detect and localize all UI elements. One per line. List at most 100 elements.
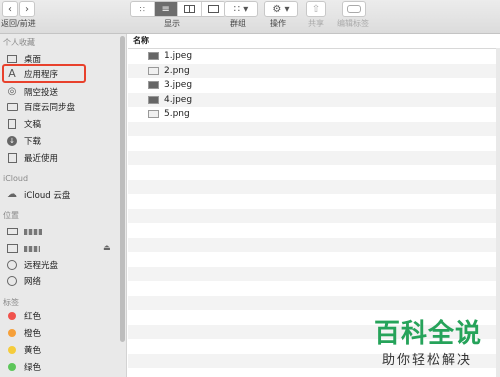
file-name: 4.jpeg xyxy=(164,94,193,105)
sidebar-item-tag-orange[interactable]: 橙色 xyxy=(6,325,41,340)
forward-button[interactable]: › xyxy=(19,1,35,17)
empty-row xyxy=(128,194,500,209)
image-thumbnail-icon xyxy=(148,81,159,90)
sidebar-item-icloud-drive[interactable]: ☁ iCloud 云盘 xyxy=(6,187,70,202)
empty-row xyxy=(128,121,500,136)
sidebar-item-network[interactable]: 网络 xyxy=(6,273,41,288)
view-mode-segmented[interactable]: ∷ ≡ xyxy=(130,1,226,17)
eject-icon[interactable]: ⏏ xyxy=(103,243,111,252)
action-label: 操作 xyxy=(270,19,286,28)
sidebar-item-remote-disc[interactable]: 远程光盘 xyxy=(6,257,58,272)
back-button[interactable]: ‹ xyxy=(2,1,18,17)
file-name: 5.png xyxy=(164,109,190,120)
file-row[interactable]: 3.jpeg xyxy=(128,78,500,93)
share-label: 共享 xyxy=(308,19,324,28)
sidebar-item-label: 远程光盘 xyxy=(24,260,59,271)
sidebar-scrollbar[interactable] xyxy=(120,36,125,342)
recents-icon xyxy=(6,152,18,164)
chevron-left-icon: ‹ xyxy=(8,3,12,15)
blurred-name xyxy=(24,245,40,252)
highlight-box xyxy=(2,64,86,83)
sidebar-item-label: 最近使用 xyxy=(24,153,59,164)
sidebar-item-label: 网络 xyxy=(24,276,42,287)
file-row[interactable]: 2.png xyxy=(128,63,500,78)
blurred-name xyxy=(24,228,42,235)
sidebar-item-label: 百度云同步盘 xyxy=(24,102,76,113)
empty-row xyxy=(128,252,500,267)
sidebar-item-laptop[interactable] xyxy=(6,224,42,239)
nav-label: 返回/前进 xyxy=(1,19,36,28)
tag-icon xyxy=(347,5,361,13)
file-row[interactable]: 4.jpeg xyxy=(128,92,500,107)
watermark-subtitle: 助你轻松解决 xyxy=(382,353,473,368)
empty-row xyxy=(128,237,500,252)
document-icon xyxy=(6,118,18,130)
desktop-icon xyxy=(6,53,18,65)
cloud-icon: ☁ xyxy=(7,189,17,200)
locations-header: 位置 xyxy=(3,211,19,220)
drive-icon xyxy=(6,243,18,255)
sidebar-item-baidu-sync[interactable]: 百度云同步盘 xyxy=(6,99,75,114)
red-dot-icon xyxy=(8,311,16,320)
view-label: 显示 xyxy=(164,19,180,28)
empty-row xyxy=(128,223,500,238)
grid-icon: ∷ xyxy=(139,4,145,14)
network-icon xyxy=(6,275,18,287)
empty-row xyxy=(128,165,500,180)
sidebar-item-label: 隔空投送 xyxy=(24,87,59,98)
share-button[interactable]: ⇧ xyxy=(306,1,326,17)
sidebar-item-downloads[interactable]: ↓ 下载 xyxy=(6,133,41,148)
group-grid-icon: ∷ ▾ xyxy=(233,3,249,15)
image-thumbnail-icon xyxy=(148,95,159,104)
column-view-button[interactable] xyxy=(178,2,202,16)
file-row[interactable]: 1.jpeg xyxy=(128,49,500,64)
icloud-header: iCloud xyxy=(3,174,29,183)
sidebar-item-label: 黄色 xyxy=(24,345,42,356)
sidebar-item-airdrop[interactable]: ◎ 隔空投送 xyxy=(6,84,58,99)
sidebar-item-documents[interactable]: 文稿 xyxy=(6,116,41,131)
list-view-button[interactable]: ≡ xyxy=(154,2,178,16)
file-name: 1.jpeg xyxy=(164,51,193,62)
airdrop-icon: ◎ xyxy=(7,86,17,97)
action-button[interactable]: ⚙ ▾ xyxy=(264,1,298,17)
sidebar-item-label: iCloud 云盘 xyxy=(24,190,71,201)
image-thumbnail-icon xyxy=(148,66,159,75)
empty-row xyxy=(128,295,500,310)
sidebar-item-recents[interactable]: 最近使用 xyxy=(6,150,58,165)
empty-row xyxy=(128,281,500,296)
sidebar-item-tag-green[interactable]: 绿色 xyxy=(6,359,41,374)
sidebar-item-tag-yellow[interactable]: 黄色 xyxy=(6,342,41,357)
gallery-icon xyxy=(207,5,219,13)
chevron-right-icon: › xyxy=(25,3,29,15)
empty-row xyxy=(128,266,500,281)
gear-icon: ⚙ ▾ xyxy=(272,3,290,15)
edit-tags-label: 编辑标签 xyxy=(337,19,369,28)
green-dot-icon xyxy=(8,362,16,371)
disc-icon xyxy=(6,259,18,271)
edit-tags-button[interactable] xyxy=(342,1,366,17)
image-thumbnail-icon xyxy=(148,110,159,119)
sidebar-item-label: 红色 xyxy=(24,311,42,322)
sidebar-item-label: 文稿 xyxy=(24,119,42,130)
watermark-logo: 百科全说 助你轻松解决 xyxy=(366,313,500,377)
orange-dot-icon xyxy=(8,328,16,337)
icon-view-button[interactable]: ∷ xyxy=(131,2,155,16)
list-icon: ≡ xyxy=(161,3,170,15)
download-icon: ↓ xyxy=(6,135,18,147)
laptop-icon xyxy=(6,226,18,238)
group-button[interactable]: ∷ ▾ xyxy=(224,1,258,17)
folder-icon xyxy=(6,101,18,113)
columns-icon xyxy=(183,5,195,13)
sidebar-item-label: 橙色 xyxy=(24,328,42,339)
empty-row xyxy=(128,136,500,151)
sidebar-item-tag-red[interactable]: 红色 xyxy=(6,308,41,323)
sidebar-item-label: 绿色 xyxy=(24,362,42,373)
sidebar-item-label: 下载 xyxy=(24,136,42,147)
name-column-header[interactable]: 名称 xyxy=(128,34,500,49)
gallery-view-button[interactable] xyxy=(202,2,225,16)
toolbar: ‹ › 返回/前进 ∷ ≡ 显示 ∷ ▾ 群组 ⚙ ▾ 操作 ⇧ 共享 编辑标签 xyxy=(0,0,500,34)
sidebar-item-drive[interactable] xyxy=(6,241,40,256)
watermark-title: 百科全说 xyxy=(374,319,483,349)
file-row[interactable]: 5.png xyxy=(128,107,500,122)
sidebar: 个人收藏 桌面 A 应用程序 ◎ 隔空投送 百度云同步盘 文稿 ↓ 下载 最近使… xyxy=(0,34,127,377)
